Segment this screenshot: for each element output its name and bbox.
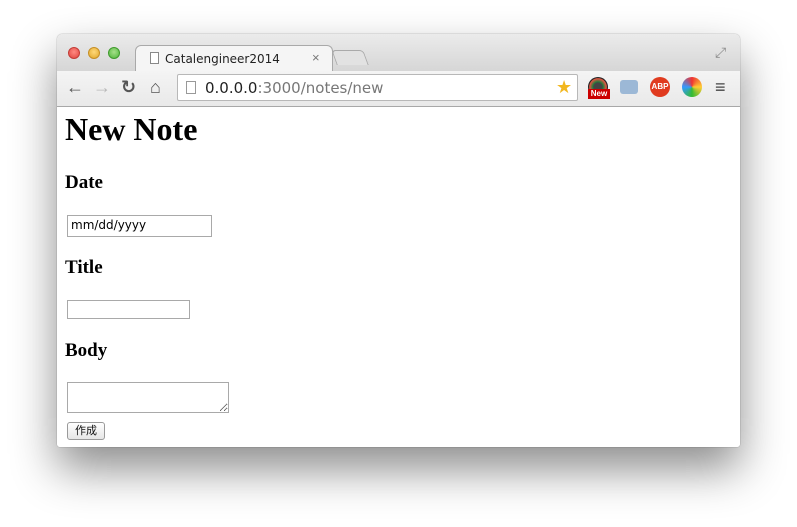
minimize-window-button[interactable] — [88, 47, 100, 59]
page-icon — [186, 81, 196, 94]
address-bar[interactable]: 0.0.0.0:3000/notes/new ★ — [177, 74, 578, 101]
close-window-button[interactable] — [68, 47, 80, 59]
tab-close-icon[interactable]: × — [312, 50, 320, 65]
page-title: New Note — [65, 111, 198, 147]
url-path: :3000/notes/new — [257, 79, 384, 97]
new-tab-button[interactable] — [331, 50, 369, 65]
page-content: New Note Date mm/dd/yyyy Title Body 作成 — [57, 107, 740, 447]
home-icon[interactable]: ⌂ — [150, 77, 161, 98]
browser-toolbar: ← → ↻ ⌂ 0.0.0.0:3000/notes/new ★ New ABP… — [57, 71, 740, 107]
camera-icon[interactable] — [620, 80, 638, 94]
submit-button[interactable]: 作成 — [67, 422, 105, 440]
title-bar: Catalengineer2014 × ⤢ — [57, 34, 740, 72]
menu-icon[interactable]: ≡ — [715, 77, 726, 98]
star-icon[interactable]: ★ — [556, 77, 572, 98]
colorful-extension-icon[interactable] — [682, 77, 702, 97]
fullscreen-icon[interactable]: ⤢ — [715, 44, 726, 61]
browser-window: Catalengineer2014 × ⤢ ← → ↻ ⌂ 0.0.0.0:30… — [57, 34, 740, 447]
title-label: Title — [65, 257, 103, 278]
zoom-window-button[interactable] — [108, 47, 120, 59]
title-input[interactable] — [67, 300, 190, 319]
date-label: Date — [65, 172, 103, 193]
reload-icon[interactable]: ↻ — [121, 77, 136, 98]
extension-badge: New — [588, 89, 610, 99]
adblock-icon[interactable]: ABP — [650, 77, 670, 97]
url-text[interactable]: 0.0.0.0:3000/notes/new — [205, 79, 383, 97]
url-host: 0.0.0.0 — [205, 79, 258, 97]
back-icon[interactable]: ← — [66, 77, 84, 98]
browser-tab[interactable]: Catalengineer2014 × — [135, 45, 333, 72]
document-icon — [150, 52, 159, 64]
body-textarea[interactable] — [67, 382, 229, 413]
forward-icon[interactable]: → — [93, 77, 111, 98]
date-input[interactable]: mm/dd/yyyy — [67, 215, 212, 237]
tab-title: Catalengineer2014 — [165, 52, 280, 66]
body-label: Body — [65, 340, 108, 361]
